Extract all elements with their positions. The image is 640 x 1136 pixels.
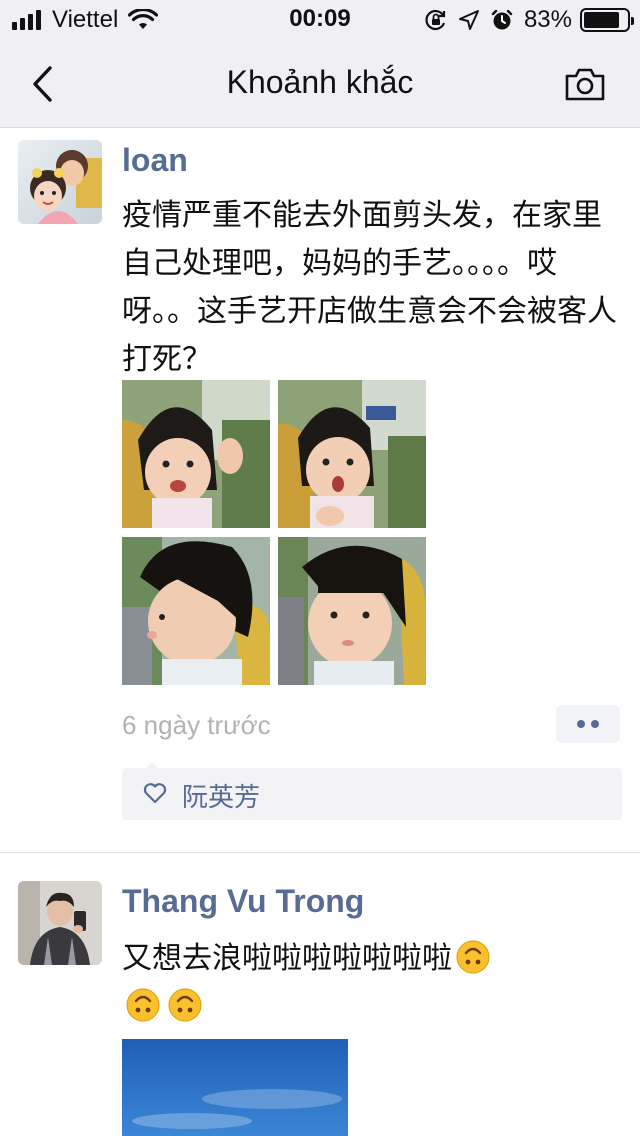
alarm-icon xyxy=(491,9,513,30)
screen-lock-icon xyxy=(425,9,446,31)
post-timestamp: 6 ngày trước xyxy=(122,710,271,740)
battery-icon xyxy=(580,8,634,32)
post-text: 疫情严重不能去外面剪头发，在家里自己处理吧，妈妈的手艺。。。。哎呀。。这手艺开店… xyxy=(122,198,617,377)
moment-post: Thang Vu Trong 又想去浪啦啦啦啦啦啦啦 xyxy=(0,853,640,1136)
post-photo[interactable] xyxy=(122,537,270,685)
camera-icon[interactable] xyxy=(564,66,606,102)
page-title: Khoảnh khắc xyxy=(226,64,414,100)
upside-down-face-emoji-icon xyxy=(126,988,160,1022)
battery-percent: 83% xyxy=(523,6,572,33)
status-bar: Viettel 00:09 83% xyxy=(0,0,640,40)
nav-bar: Khoảnh khắc xyxy=(0,40,640,128)
post-photo[interactable] xyxy=(122,1039,348,1136)
avatar[interactable] xyxy=(18,140,102,224)
post-photo[interactable] xyxy=(122,380,270,528)
post-author[interactable]: loan xyxy=(122,142,188,179)
post-author[interactable]: Thang Vu Trong xyxy=(122,883,364,920)
post-photo[interactable] xyxy=(278,380,426,528)
heart-icon xyxy=(143,783,167,804)
upside-down-face-emoji-icon xyxy=(168,988,202,1022)
upside-down-face-emoji-icon xyxy=(456,940,490,974)
like-user-name[interactable]: 阮英芳 xyxy=(182,777,260,814)
more-options-button[interactable] xyxy=(556,705,620,743)
post-text: 又想去浪啦啦啦啦啦啦啦 xyxy=(122,935,618,1031)
location-icon xyxy=(458,10,479,30)
avatar[interactable] xyxy=(18,881,102,965)
battery-level-fill xyxy=(584,12,619,28)
post-photo[interactable] xyxy=(278,537,426,685)
moment-post: loan 疫情严重不能去外面剪头发，在家里自己处理吧，妈妈的手艺。。。。哎呀。。… xyxy=(0,128,640,852)
status-right: 83% xyxy=(424,6,634,34)
post-text-content: 又想去浪啦啦啦啦啦啦啦 xyxy=(122,941,452,976)
dot-icon xyxy=(577,720,585,728)
likes-box: 阮英芳 xyxy=(122,762,622,820)
dot-icon xyxy=(591,720,599,728)
